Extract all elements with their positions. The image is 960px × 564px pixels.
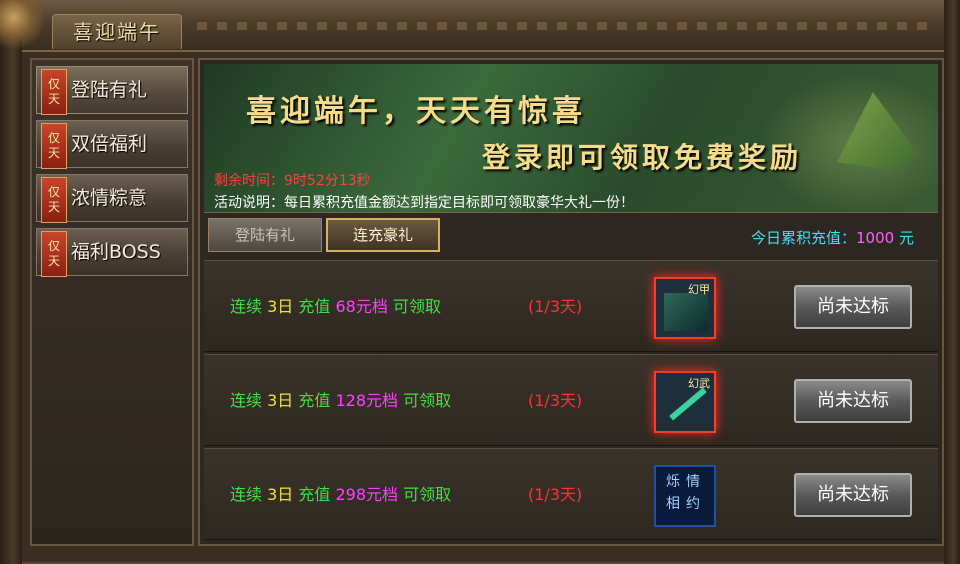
event-description: 活动说明：每日累积充值金额达到指定目标即可领取豪华大礼一份！	[214, 192, 634, 212]
title-item-icon[interactable]: 烁情相约	[654, 465, 716, 527]
claim-button[interactable]: 尚未达标	[794, 473, 912, 517]
corner-ornament-icon	[0, 0, 46, 50]
badge-text-bottom: 天	[47, 92, 60, 106]
sidebar-item-label: 双倍福利	[71, 133, 148, 155]
condition-days: 3日	[267, 297, 294, 316]
reward-condition: 连续 3日 充值 68元档 可领取	[230, 261, 441, 353]
item-tag: 幻甲	[688, 283, 710, 296]
reward-progress: (1/3天)	[528, 391, 583, 410]
sidebar-item-zongzi[interactable]: 仅 天 浓情粽意	[36, 174, 188, 223]
condition-suffix: 可领取	[403, 391, 452, 410]
badge-text-top: 仅	[47, 131, 60, 145]
sidebar-item-login-gift[interactable]: 仅 天 登陆有礼	[36, 66, 188, 115]
condition-mid: 充值	[298, 297, 331, 316]
tab-login-gift[interactable]: 登陆有礼	[208, 218, 322, 252]
today-total-amount: 1000	[856, 229, 895, 247]
condition-days: 3日	[267, 485, 294, 504]
condition-suffix: 可领取	[403, 485, 452, 504]
today-total-unit: 元	[898, 229, 914, 247]
reward-row: 连续 3日 充值 298元档 可领取 (1/3天) 烁情相约 尚未达标	[204, 448, 938, 540]
today-total-label: 今日累积充值：	[751, 229, 857, 247]
condition-prefix: 连续	[230, 485, 263, 504]
reward-progress: (1/3天)	[528, 297, 583, 316]
reward-list: 连续 3日 充值 68元档 可领取 (1/3天) 幻甲 尚未达标 连续 3日 充…	[204, 260, 938, 540]
limited-badge: 仅 天	[41, 69, 67, 115]
event-banner: 喜迎端午，天天有惊喜 登录即可领取免费奖励 剩余时间：9时52分13秒 活动说明…	[204, 64, 938, 213]
badge-text-bottom: 天	[47, 146, 60, 160]
condition-tier: 128元档	[335, 391, 399, 410]
sidebar-item-label: 浓情粽意	[71, 187, 148, 209]
reward-row: 连续 3日 充值 128元档 可领取 (1/3天) 幻武 尚未达标	[204, 354, 938, 446]
title-tab: 喜迎端午	[52, 14, 182, 49]
condition-suffix: 可领取	[392, 297, 441, 316]
badge-text-bottom: 天	[47, 200, 60, 214]
claim-button[interactable]: 尚未达标	[794, 285, 912, 329]
condition-prefix: 连续	[230, 391, 263, 410]
item-tag: 烁情相约	[666, 474, 706, 512]
window-title: 喜迎端午	[73, 20, 161, 44]
condition-days: 3日	[267, 391, 294, 410]
limited-badge: 仅 天	[41, 177, 67, 223]
claim-button[interactable]: 尚未达标	[794, 379, 912, 423]
tab-consecutive-recharge[interactable]: 连充豪礼	[326, 218, 440, 252]
remaining-time-label: 剩余时间：	[214, 173, 284, 189]
sidebar-item-boss[interactable]: 仅 天 福利BOSS	[36, 228, 188, 277]
condition-mid: 充值	[298, 391, 331, 410]
reward-row: 连续 3日 充值 68元档 可领取 (1/3天) 幻甲 尚未达标	[204, 260, 938, 352]
limited-badge: 仅 天	[41, 123, 67, 169]
badge-text-bottom: 天	[47, 254, 60, 268]
weapon-item-icon[interactable]: 幻武	[654, 371, 716, 433]
remaining-time: 剩余时间：9时52分13秒	[214, 170, 371, 190]
item-tag: 幻武	[688, 377, 710, 390]
left-frame-strip	[0, 0, 22, 564]
main-panel: 喜迎端午，天天有惊喜 登录即可领取免费奖励 剩余时间：9时52分13秒 活动说明…	[198, 58, 944, 546]
today-total-recharge: 今日累积充值：1000 元	[751, 227, 914, 248]
tab-row: 登陆有礼 连充豪礼 今日累积充值：1000 元	[206, 218, 940, 254]
condition-mid: 充值	[298, 485, 331, 504]
banner-subtitle: 登录即可领取免费奖励	[482, 141, 803, 174]
limited-badge: 仅 天	[41, 231, 67, 277]
armor-figure	[664, 293, 708, 331]
condition-prefix: 连续	[230, 297, 263, 316]
condition-tier: 68元档	[335, 297, 388, 316]
event-description-text: 每日累积充值金额达到指定目标即可领取豪华大礼一份！	[284, 195, 634, 211]
remaining-time-value: 9时52分13秒	[284, 173, 371, 189]
title-decoration	[197, 22, 937, 30]
banner-title: 喜迎端午，天天有惊喜	[246, 94, 586, 129]
reward-condition: 连续 3日 充值 298元档 可领取	[230, 449, 451, 541]
condition-tier: 298元档	[335, 485, 399, 504]
sword-icon	[669, 387, 707, 421]
badge-text-top: 仅	[47, 239, 60, 253]
event-description-label: 活动说明：	[214, 195, 284, 211]
right-frame-strip	[944, 0, 960, 564]
sidebar-item-label: 登陆有礼	[71, 79, 148, 101]
badge-text-top: 仅	[47, 185, 60, 199]
reward-condition: 连续 3日 充值 128元档 可领取	[230, 355, 451, 447]
sidebar-item-label: 福利BOSS	[71, 241, 161, 263]
armor-item-icon[interactable]: 幻甲	[654, 277, 716, 339]
badge-text-top: 仅	[47, 77, 60, 91]
sidebar-item-double-bonus[interactable]: 仅 天 双倍福利	[36, 120, 188, 169]
title-bar: 喜迎端午	[22, 0, 944, 52]
sidebar: 仅 天 登陆有礼 仅 天 双倍福利 仅 天 浓情粽意 仅 天 福利BOSS	[30, 58, 194, 546]
reward-progress: (1/3天)	[528, 485, 583, 504]
